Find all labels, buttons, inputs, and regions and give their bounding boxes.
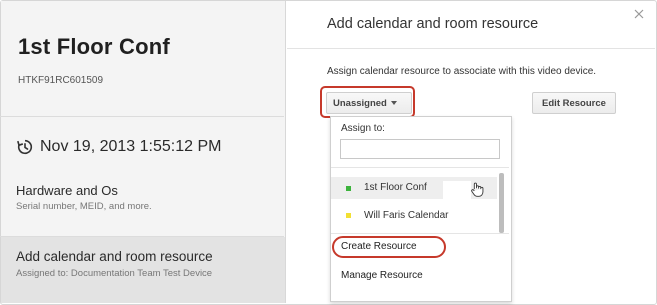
- device-name: 1st Floor Conf: [18, 34, 170, 59]
- assign-search-input[interactable]: [340, 139, 500, 159]
- hand-pointer-icon: [471, 182, 484, 197]
- calendar-color-dot: [346, 186, 351, 191]
- hardware-section-subtitle: Serial number, MEID, and more.: [16, 201, 152, 212]
- edit-resource-button[interactable]: Edit Resource: [532, 92, 616, 114]
- create-resource-highlight: [332, 236, 446, 258]
- manage-resource-item[interactable]: Manage Resource: [341, 270, 423, 281]
- hardware-section-title[interactable]: Hardware and Os: [16, 183, 118, 198]
- close-icon[interactable]: [634, 9, 644, 19]
- sidebar-divider: [0, 116, 284, 117]
- calendar-option-label: 1st Floor Conf: [364, 182, 427, 193]
- dialog-divider: [287, 48, 655, 49]
- calendar-option-will-faris[interactable]: Will Faris Calendar: [331, 205, 497, 227]
- dialog-title: Add calendar and room resource: [327, 16, 539, 32]
- calendar-section-title[interactable]: Add calendar and room resource: [16, 249, 213, 264]
- menu-divider: [331, 167, 509, 168]
- unassigned-highlight: [320, 86, 415, 118]
- menu-scrollbar[interactable]: [499, 173, 504, 233]
- last-sync-row: Nov 19, 2013 1:55:12 PM: [16, 138, 221, 156]
- calendar-section-subtitle: Assigned to: Documentation Team Test Dev…: [16, 268, 213, 279]
- last-sync-time: Nov 19, 2013 1:55:12 PM: [40, 138, 222, 155]
- history-icon: [17, 139, 33, 155]
- sidebar-divider: [0, 236, 284, 237]
- assign-to-label: Assign to:: [341, 123, 385, 134]
- device-serial: HTKF91RC601509: [18, 75, 104, 86]
- calendar-color-dot: [346, 213, 351, 218]
- calendar-option-label: Will Faris Calendar: [364, 210, 449, 221]
- menu-divider: [331, 233, 509, 234]
- dialog-description: Assign calendar resource to associate wi…: [327, 66, 597, 77]
- cursor-mask: [443, 181, 471, 199]
